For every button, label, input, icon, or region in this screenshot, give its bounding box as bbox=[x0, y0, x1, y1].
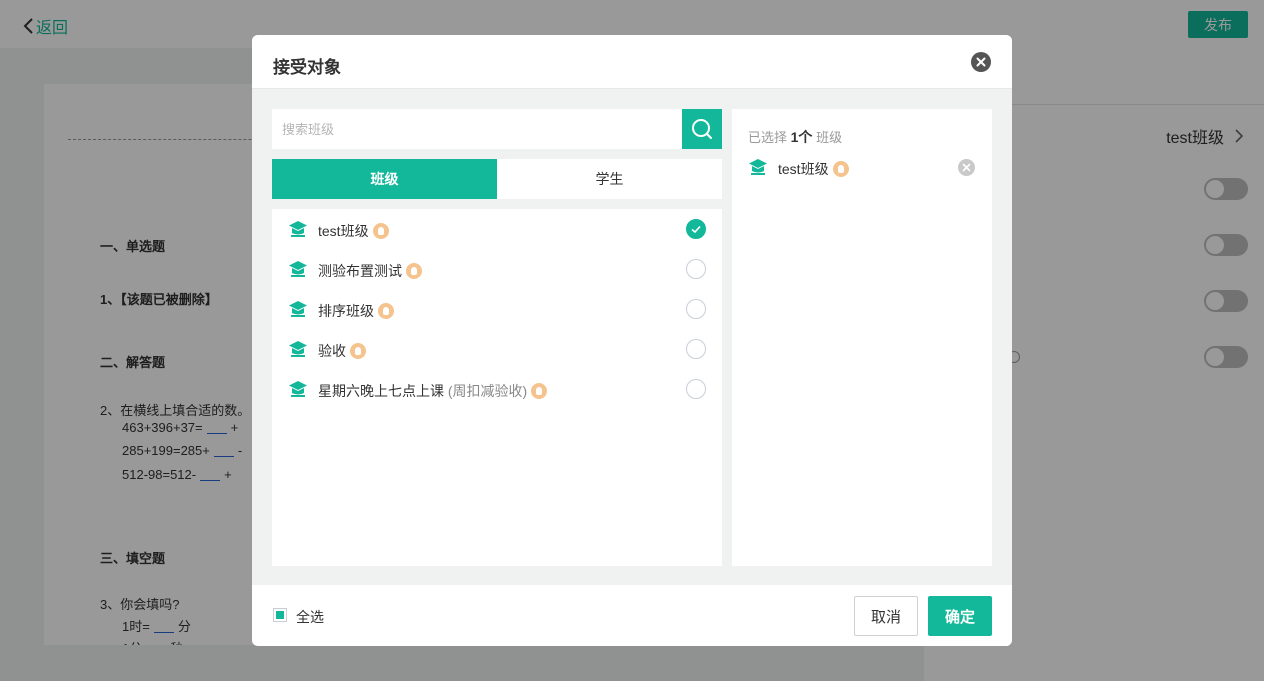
item-name: 排序班级 bbox=[318, 303, 374, 319]
selected-item-name: test班级 bbox=[778, 161, 829, 177]
list-item[interactable]: 验收 bbox=[272, 329, 722, 369]
close-icon bbox=[976, 57, 986, 67]
check-icon bbox=[691, 225, 701, 234]
list-item[interactable]: test班级 bbox=[272, 209, 722, 249]
selected-suffix: 班级 bbox=[816, 130, 843, 145]
select-all-checkbox[interactable] bbox=[273, 608, 287, 622]
confirm-button[interactable]: 确定 bbox=[928, 596, 992, 636]
selected-panel: 已选择 1个 班级 test班级 bbox=[732, 109, 992, 566]
item-checkbox[interactable] bbox=[686, 299, 706, 319]
selected-count: 1个 bbox=[790, 129, 813, 145]
item-name: 验收 bbox=[318, 343, 346, 359]
close-button[interactable] bbox=[971, 52, 991, 72]
modal-header: 接受对象 bbox=[252, 35, 1012, 89]
search-button[interactable] bbox=[682, 109, 722, 149]
item-label: 验收 bbox=[318, 341, 366, 361]
coin-icon bbox=[350, 343, 366, 359]
list-item[interactable]: 测验布置测试 bbox=[272, 249, 722, 289]
item-note: (周扣减验收) bbox=[447, 383, 528, 399]
selected-prefix: 已选择 bbox=[748, 130, 788, 145]
list-item[interactable]: 星期六晚上七点上课 (周扣减验收) bbox=[272, 369, 722, 409]
graduation-cap-icon bbox=[289, 341, 307, 357]
item-label: 排序班级 bbox=[318, 301, 394, 321]
tab-student[interactable]: 学生 bbox=[497, 159, 722, 199]
search-input[interactable] bbox=[272, 109, 682, 149]
item-checkbox[interactable] bbox=[686, 219, 706, 239]
item-checkbox[interactable] bbox=[686, 339, 706, 359]
graduation-cap-icon bbox=[289, 221, 307, 237]
search-icon bbox=[692, 119, 712, 139]
select-all-label[interactable]: 全选 bbox=[296, 607, 324, 627]
item-label: test班级 bbox=[318, 221, 389, 241]
cancel-button[interactable]: 取消 bbox=[854, 596, 918, 636]
remove-selected-button[interactable] bbox=[958, 159, 975, 176]
coin-icon bbox=[378, 303, 394, 319]
item-name: 测验布置测试 bbox=[318, 263, 402, 279]
selected-summary: 已选择 1个 班级 bbox=[748, 127, 842, 147]
search-box bbox=[272, 109, 682, 149]
selected-item: test班级 bbox=[732, 153, 992, 183]
coin-icon bbox=[372, 223, 389, 239]
target-type-tabs: 班级 学生 bbox=[272, 159, 722, 199]
item-name: 星期六晚上七点上课 bbox=[318, 383, 444, 399]
coin-icon bbox=[832, 161, 849, 177]
modal-footer: 全选 取消 确定 bbox=[252, 585, 1012, 646]
item-name: test班级 bbox=[318, 223, 369, 239]
tab-class[interactable]: 班级 bbox=[272, 159, 497, 199]
coin-icon bbox=[531, 383, 548, 399]
modal-title: 接受对象 bbox=[273, 58, 341, 77]
item-label: 星期六晚上七点上课 (周扣减验收) bbox=[318, 381, 548, 401]
class-list: test班级 测验布置测试 排序班级 验收 星期六晚上七点上课 (周扣减验收) bbox=[272, 209, 722, 566]
item-checkbox[interactable] bbox=[686, 379, 706, 399]
graduation-cap-icon bbox=[289, 301, 307, 317]
graduation-cap-icon bbox=[289, 381, 307, 397]
graduation-cap-icon bbox=[749, 159, 767, 175]
graduation-cap-icon bbox=[289, 261, 307, 277]
item-label: 测验布置测试 bbox=[318, 261, 422, 281]
recipient-modal: 接受对象 班级 学生 test班级 测验布置测试 排序班级 bbox=[252, 35, 1012, 646]
coin-icon bbox=[406, 263, 422, 279]
item-checkbox[interactable] bbox=[686, 259, 706, 279]
selected-item-label: test班级 bbox=[778, 159, 849, 179]
list-item[interactable]: 排序班级 bbox=[272, 289, 722, 329]
close-icon bbox=[962, 163, 971, 172]
